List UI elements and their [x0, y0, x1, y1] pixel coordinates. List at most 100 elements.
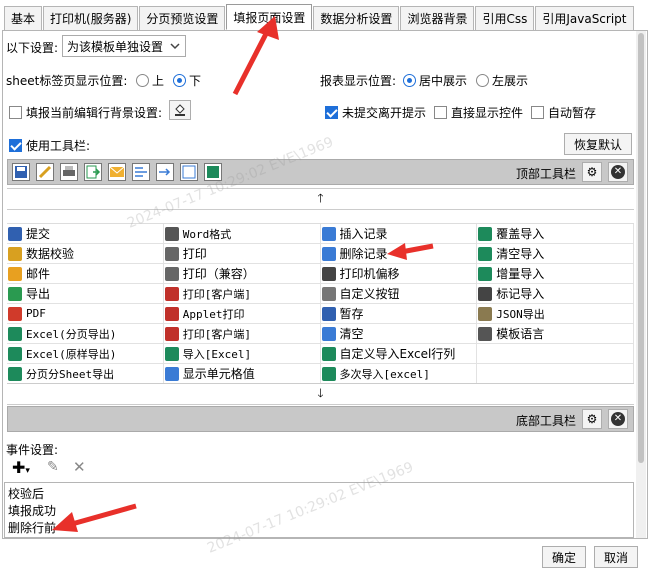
toolbar-button-item[interactable]: 分页分Sheet导出	[7, 364, 164, 383]
tab-browser-bg[interactable]: 浏览器背景	[400, 6, 475, 30]
word-icon	[164, 226, 179, 241]
restore-default-button[interactable]: 恢复默认	[564, 133, 632, 155]
tab-basic[interactable]: 基本	[4, 6, 43, 30]
toolbar-button-item[interactable]: JSON导出	[477, 304, 634, 323]
toolbar-button-item[interactable]: 清空	[321, 324, 478, 343]
printer-icon[interactable]	[60, 163, 78, 181]
pencil-icon	[8, 246, 22, 261]
events-label: 事件设置:	[6, 443, 59, 457]
toolbar-button-item[interactable]: 多次导入[excel]	[321, 364, 478, 383]
toolbar-button-item[interactable]: 增量导入	[477, 264, 634, 283]
scrollbar-thumb[interactable]	[638, 33, 644, 463]
cell-icon[interactable]	[180, 163, 198, 181]
insert-row-icon[interactable]	[132, 163, 150, 181]
pdf-icon	[8, 306, 22, 321]
close-icon: ✕	[611, 412, 625, 426]
toolbar-button-item[interactable]: Excel(分页导出)	[7, 324, 164, 343]
tab-page-preview[interactable]: 分页预览设置	[139, 6, 226, 30]
toolbar-button-item[interactable]: 提交	[7, 224, 164, 243]
show-widget-checkbox[interactable]: 直接显示控件	[434, 104, 523, 121]
top-toolbar-settings-button[interactable]: ⚙	[582, 162, 602, 182]
toolbar-button-label: 模板语言	[496, 327, 545, 341]
excel-icon[interactable]	[204, 163, 222, 181]
use-toolbar-checkbox[interactable]: 使用工具栏:	[9, 137, 90, 154]
event-item[interactable]: 删除行前	[8, 519, 56, 536]
auto-save-label: 自动暂存	[548, 106, 597, 120]
toolbar-button-item[interactable]: Applet打印	[164, 304, 321, 323]
row-bg-checkbox[interactable]: 填报当前编辑行背景设置:	[9, 104, 162, 121]
excel-icon	[8, 366, 22, 381]
toolbar-button-item[interactable]: 打印	[164, 244, 321, 263]
event-item[interactable]: 填报成功	[8, 502, 56, 519]
tab-data-analysis[interactable]: 数据分析设置	[313, 6, 400, 30]
save-icon[interactable]	[12, 163, 30, 181]
radio-top-label: 上	[152, 74, 165, 88]
toolbar-button-item[interactable]: 邮件	[7, 264, 164, 283]
toolbar-button-item[interactable]: 标记导入	[477, 284, 634, 303]
delete-row-icon[interactable]	[156, 163, 174, 181]
unsubmitted-checkbox[interactable]: 未提交离开提示	[325, 104, 426, 121]
excel-icon	[478, 246, 493, 261]
top-toolbar: 顶部工具栏 ⚙ ✕	[7, 159, 634, 185]
toolbar-button-item[interactable]: 覆盖导入	[477, 224, 634, 243]
toolbar-button-label: 导出	[26, 287, 51, 301]
toolbar-button-item[interactable]: 暂存	[321, 304, 478, 323]
radio-left	[476, 74, 489, 87]
close-icon: ✕	[611, 165, 625, 179]
bottom-toolbar-settings-button[interactable]: ⚙	[582, 409, 602, 429]
toolbar-button-item[interactable]: PDF	[7, 304, 164, 323]
toolbar-button-grid: 提交 Word格式 插入记录 覆盖导入 数据校验 打印 删除记录 清空导入 邮件 打印（兼容） 打印…	[7, 223, 634, 384]
toolbar-button-item[interactable]: 导出	[7, 284, 164, 303]
tab-css[interactable]: 引用Css	[475, 6, 535, 30]
toolbar-button-item[interactable]: 打印机偏移	[321, 264, 478, 283]
move-icon	[321, 266, 336, 281]
edit-icon[interactable]: ✎	[47, 459, 59, 475]
toolbar-button-item[interactable]: 数据校验	[7, 244, 164, 263]
toolbar-button-label: 标记导入	[496, 287, 545, 301]
toolbar-button-item[interactable]: 导入[Excel]	[164, 344, 321, 363]
toolbar-button-item[interactable]: 显示单元格值	[164, 364, 321, 383]
sheet-pos-bottom-radio[interactable]: 下	[173, 72, 201, 89]
report-pos-center-radio[interactable]: 居中展示	[403, 72, 467, 89]
bottom-toolbar-remove-button[interactable]: ✕	[608, 409, 628, 429]
eraser-icon	[321, 326, 336, 341]
show-widget-check	[434, 106, 447, 119]
tab-javascript[interactable]: 引用JavaScript	[535, 6, 634, 30]
ok-button[interactable]: 确定	[542, 546, 586, 568]
toolbar-button-item	[477, 364, 634, 383]
cancel-button[interactable]: 取消	[594, 546, 638, 568]
move-up-row[interactable]: 🡑	[7, 188, 634, 210]
vertical-scrollbar[interactable]	[636, 31, 646, 538]
toolbar-button-item[interactable]: 自定义导入Excel行列	[321, 344, 478, 363]
toolbar-button-item[interactable]: 打印（兼容）	[164, 264, 321, 283]
toolbar-button-label: 删除记录	[339, 247, 388, 261]
sheet-pos-top-radio[interactable]: 上	[136, 72, 164, 89]
toolbar-button-label: 插入记录	[339, 227, 388, 241]
toolbar-button-item[interactable]: 打印[客户端]	[164, 324, 321, 343]
report-pos-left-radio[interactable]: 左展示	[476, 72, 528, 89]
toolbar-button-item[interactable]: Word格式	[164, 224, 321, 243]
event-item[interactable]: 校验后	[8, 485, 44, 502]
use-toolbar-check	[9, 139, 22, 152]
tab-printer-server[interactable]: 打印机(服务器)	[43, 6, 139, 30]
gear-icon: ⚙	[586, 165, 598, 179]
pencil-icon[interactable]	[36, 163, 54, 181]
applet-icon	[164, 306, 179, 321]
top-toolbar-remove-button[interactable]: ✕	[608, 162, 628, 182]
toolbar-button-item[interactable]: 自定义按钮	[321, 284, 478, 303]
settings-for-select[interactable]: 为该模板单独设置	[62, 35, 186, 57]
delete-icon[interactable]: ✕	[73, 458, 86, 476]
auto-save-checkbox[interactable]: 自动暂存	[531, 104, 596, 121]
toolbar-button-label: 打印[客户端]	[182, 327, 251, 341]
paint-bucket-button[interactable]	[169, 100, 191, 120]
mail-icon[interactable]	[108, 163, 126, 181]
export-icon[interactable]	[84, 163, 102, 181]
toolbar-button-label: 分页分Sheet导出	[26, 367, 115, 381]
toolbar-button-item[interactable]: Excel(原样导出)	[7, 344, 164, 363]
toolbar-button-item[interactable]: 模板语言	[477, 324, 634, 343]
toolbar-button-item[interactable]: 清空导入	[477, 244, 634, 263]
toolbar-button-item[interactable]: 打印[客户端]	[164, 284, 321, 303]
add-icon[interactable]: ✚▾	[12, 458, 30, 477]
toolbar-button-label: Word格式	[182, 227, 232, 241]
move-down-row[interactable]: 🡓	[7, 383, 634, 405]
